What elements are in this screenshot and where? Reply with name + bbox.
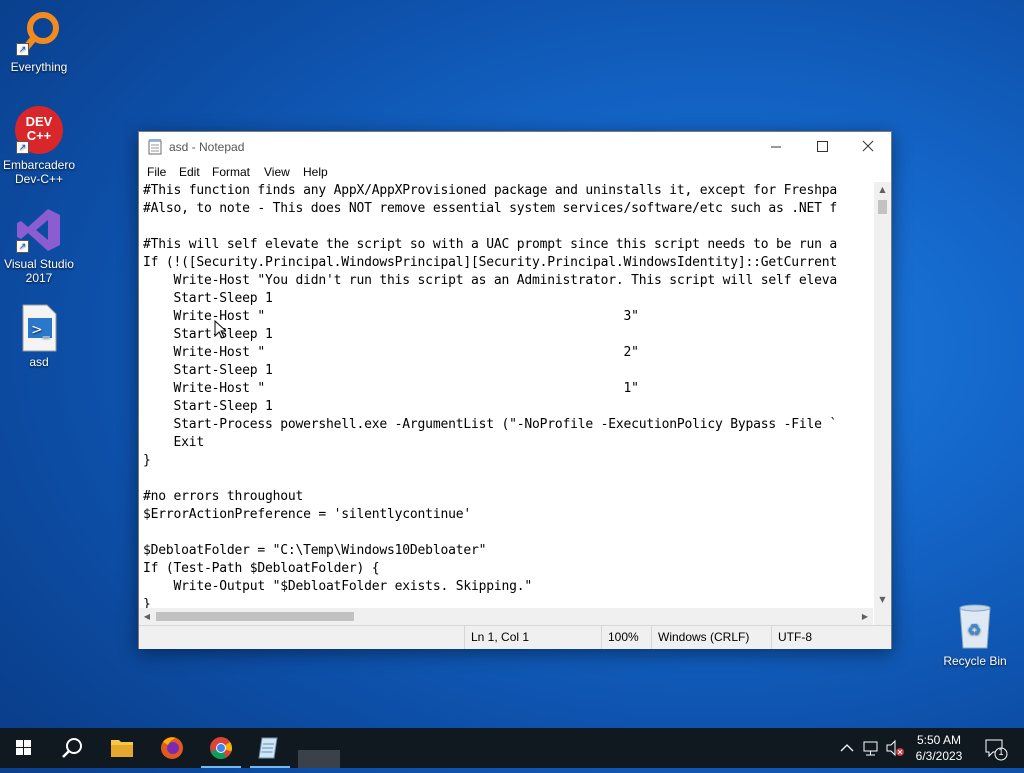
taskbar-firefox[interactable]: [148, 728, 196, 768]
scrollbar-corner: [874, 608, 891, 625]
minimize-button[interactable]: [753, 132, 799, 162]
menu-view[interactable]: View: [264, 165, 290, 179]
devcpp-badge: DEV C++: [25, 114, 53, 143]
clock-time: 5:50 AM: [916, 733, 962, 747]
desktop-icon-everything[interactable]: ↗ Everything: [1, 8, 77, 74]
menu-format[interactable]: Format: [212, 165, 250, 179]
powershell-script-icon: >_: [14, 303, 64, 353]
network-button[interactable]: [860, 728, 882, 768]
maximize-icon: [817, 141, 828, 152]
desktop-icon-label: Recycle Bin: [943, 654, 1007, 668]
window-title: asd - Notepad: [169, 140, 245, 154]
status-encoding: UTF-8: [771, 626, 878, 649]
system-clock[interactable]: 5:50 AM 6/3/2023: [900, 732, 978, 764]
menu-file[interactable]: File: [147, 165, 166, 179]
network-icon: [863, 741, 878, 756]
horizontal-scrollbar[interactable]: ◀ ▶: [139, 608, 873, 625]
desktop-icon-asd[interactable]: >_ asd: [1, 303, 77, 369]
folder-icon: [111, 740, 133, 757]
close-icon: [862, 140, 874, 152]
status-zoom: 100%: [601, 626, 650, 649]
menu-edit[interactable]: Edit: [179, 165, 200, 179]
horizontal-scroll-thumb[interactable]: [156, 612, 354, 621]
desktop-icon-devcpp[interactable]: DEV C++ ↗ Embarcadero Dev-C++: [1, 106, 77, 186]
clock-date: 6/3/2023: [915, 749, 963, 763]
desktop-icon-recycle-bin[interactable]: ♻ Recycle Bin: [937, 602, 1013, 668]
chrome-icon: [210, 737, 232, 760]
notification-count: 1: [998, 747, 1004, 757]
text-editor[interactable]: #This function finds any AppX/AppXProvis…: [139, 182, 873, 608]
menu-help[interactable]: Help: [303, 165, 328, 179]
desktop-icon-label-line1: Embarcadero: [2, 158, 76, 172]
scroll-right-icon[interactable]: ▶: [857, 608, 873, 625]
taskbar-notepad[interactable]: [246, 728, 294, 768]
maximize-button[interactable]: [799, 132, 845, 162]
status-bar: Ln 1, Col 1 100% Windows (CRLF) UTF-8: [139, 625, 891, 649]
search-icon: [62, 738, 82, 758]
vertical-scroll-thumb[interactable]: [878, 200, 887, 214]
scroll-left-icon[interactable]: ◀: [139, 608, 155, 625]
title-bar[interactable]: asd - Notepad: [139, 132, 891, 162]
show-hidden-icons-button[interactable]: [837, 728, 857, 768]
notepad-icon: [258, 737, 278, 759]
desktop-icon-visual-studio[interactable]: ↗ Visual Studio 2017: [1, 205, 77, 285]
status-line-ending: Windows (CRLF): [651, 626, 768, 649]
desktop-icon-label: asd: [29, 355, 49, 369]
notepad-window[interactable]: asd - Notepad File Edit Format View Help…: [138, 131, 892, 649]
shortcut-arrow-icon: ↗: [16, 43, 29, 56]
firefox-icon: [161, 737, 183, 759]
taskbar: 5:50 AM 6/3/2023 1: [0, 728, 1024, 768]
shortcut-arrow-icon: ↗: [16, 240, 29, 253]
windows-logo-icon: [16, 740, 31, 755]
chevron-up-icon: [840, 744, 854, 752]
mouse-cursor-icon: [214, 320, 226, 339]
everything-icon: ↗: [14, 8, 64, 58]
blank-app-thumbnail: [298, 750, 340, 768]
status-position: Ln 1, Col 1: [464, 626, 597, 649]
taskbar-blank-app[interactable]: [298, 728, 342, 768]
scroll-down-icon[interactable]: ▼: [874, 592, 891, 608]
taskbar-file-explorer[interactable]: [98, 728, 146, 768]
svg-text:♻: ♻: [967, 620, 981, 639]
search-button[interactable]: [48, 728, 96, 768]
start-button[interactable]: [0, 728, 48, 768]
desktop-icon-label-line1: Visual Studio: [4, 257, 74, 271]
vertical-scrollbar[interactable]: ▲ ▼: [874, 182, 891, 608]
visual-studio-icon: ↗: [14, 205, 64, 255]
action-center-button[interactable]: 1: [980, 728, 1010, 768]
desktop-icon-label-line2: Dev-C++: [14, 172, 64, 186]
close-button[interactable]: [845, 132, 891, 162]
desktop-icon-label-line2: 2017: [25, 271, 53, 285]
notepad-icon: [148, 139, 162, 155]
scroll-up-icon[interactable]: ▲: [874, 182, 891, 198]
menu-bar: File Edit Format View Help: [139, 162, 891, 182]
svg-text:>_: >_: [31, 322, 51, 338]
taskbar-chrome[interactable]: [197, 728, 245, 768]
desktop-icon-label: Everything: [10, 60, 68, 74]
devcpp-icon: DEV C++ ↗: [14, 106, 64, 156]
minimize-icon: [771, 146, 781, 148]
recycle-bin-icon: ♻: [950, 602, 1000, 652]
shortcut-arrow-icon: ↗: [16, 141, 29, 154]
editor-content[interactable]: #This function finds any AppX/AppXProvis…: [139, 182, 873, 608]
